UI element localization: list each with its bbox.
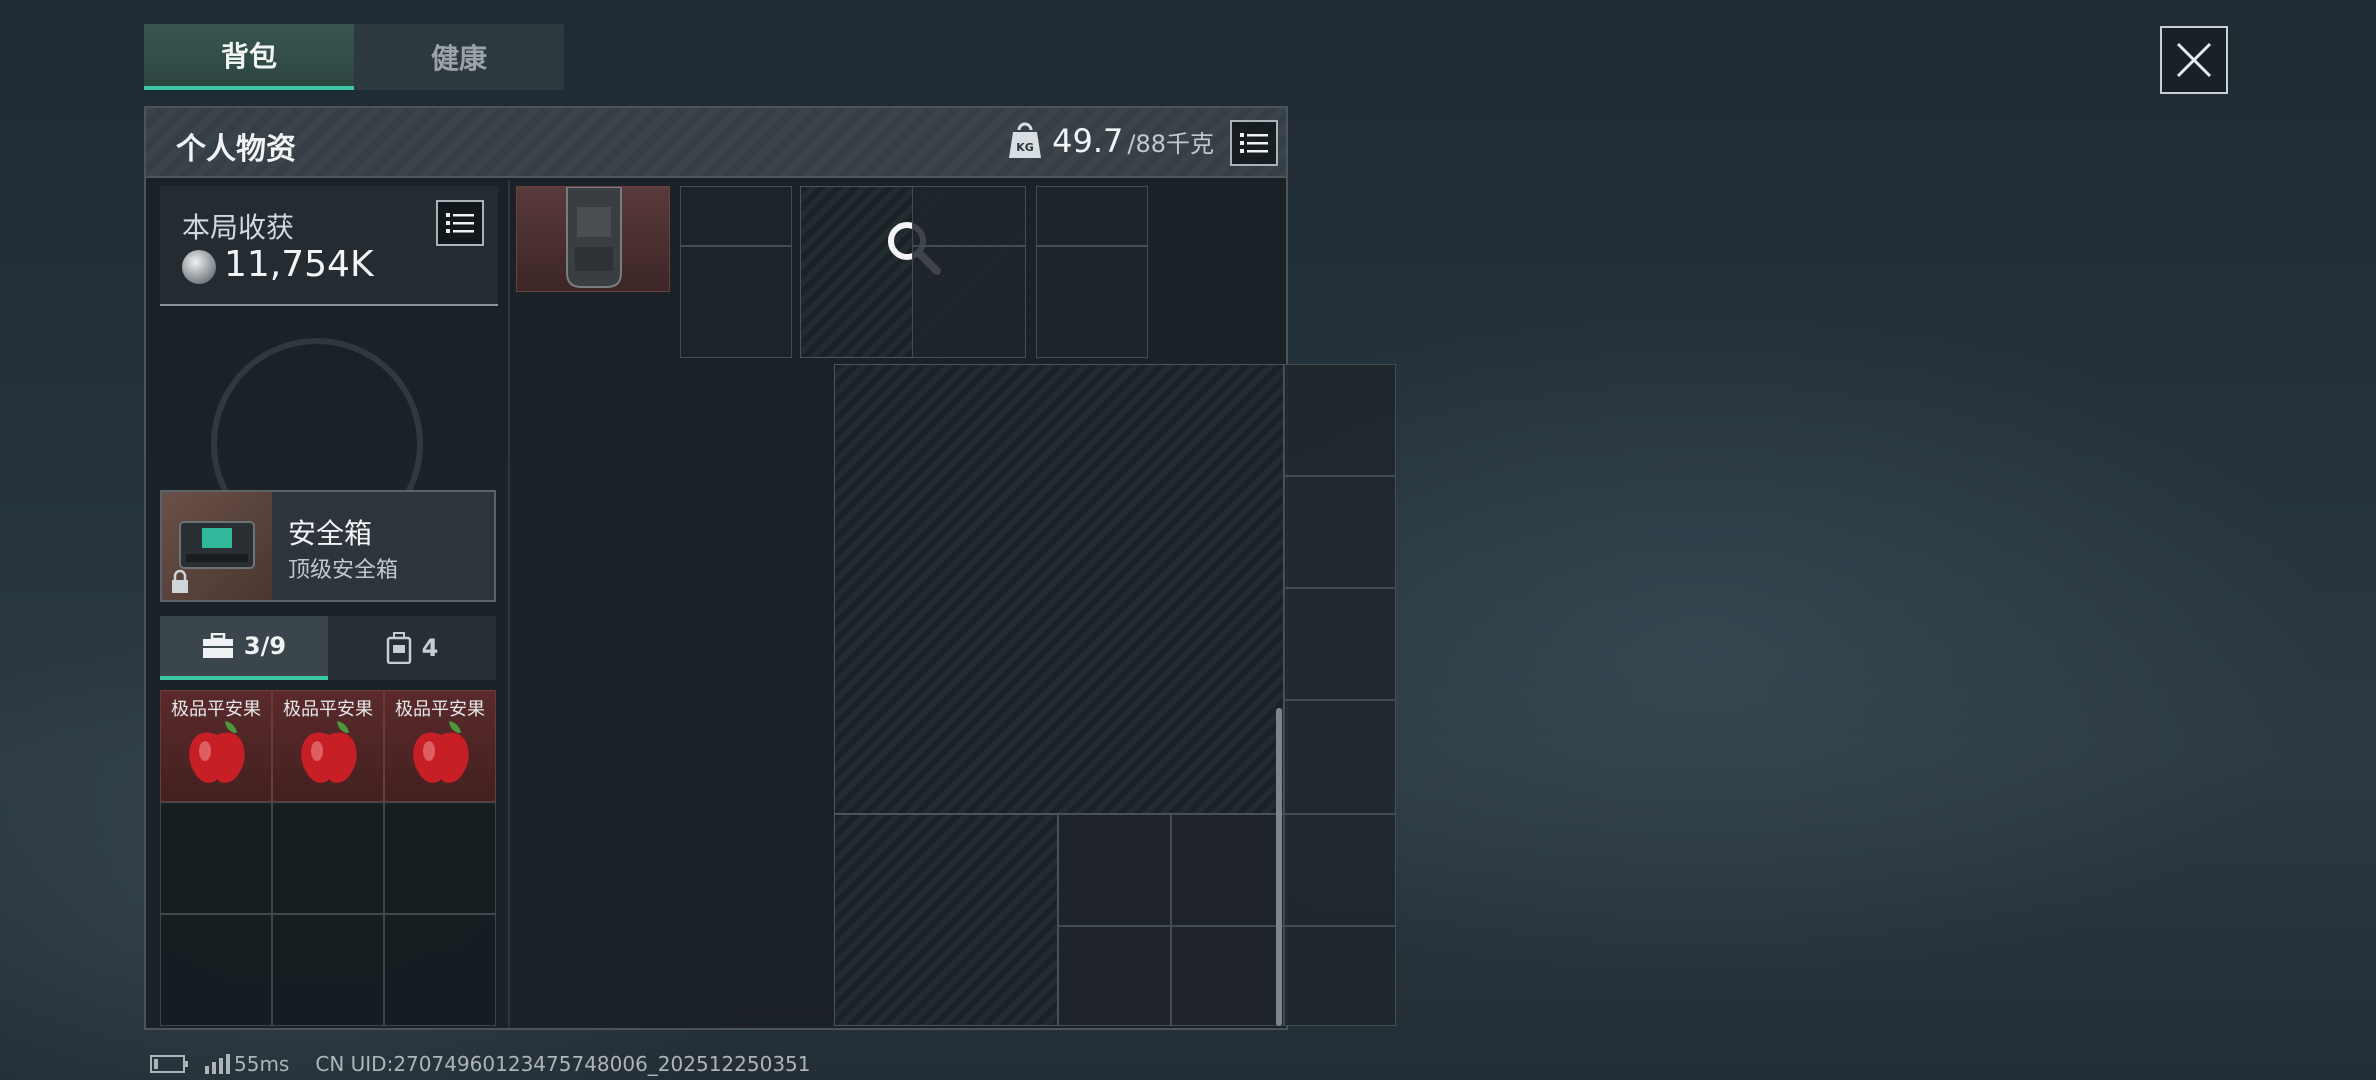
backpack-icon (386, 632, 411, 664)
safe-box-image (162, 492, 272, 600)
coin-icon (182, 250, 216, 284)
uid-text: CN UID:27074960123475748006_202512250351 (315, 1052, 811, 1076)
pouch-empty-slot[interactable] (384, 914, 496, 1026)
safe-box-name: 安全箱 (288, 517, 373, 550)
pouch-empty-slot[interactable] (384, 802, 496, 914)
earnings-value: 11,754K (224, 244, 374, 285)
lock-icon (172, 569, 188, 593)
grid-slot[interactable] (1284, 814, 1396, 926)
apple-icon (189, 721, 245, 783)
status-bar: 55ms CN UID:27074960123475748006_2025122… (150, 1052, 811, 1076)
column-divider (508, 180, 510, 1028)
pouch-grid: 极品平安果 极品平安果 极品平安果 (160, 690, 496, 1026)
weight-max: /88千克 (1127, 130, 1214, 158)
earnings-menu-button[interactable] (436, 200, 484, 246)
pouch-empty-slot[interactable] (272, 914, 384, 1026)
pouch-empty-slot[interactable] (272, 802, 384, 914)
item-slot[interactable] (834, 814, 1058, 1026)
apple-icon (413, 721, 469, 783)
tab-health[interactable]: 健康 (354, 24, 564, 90)
pouch-item[interactable]: 极品平安果 (384, 690, 496, 802)
close-button[interactable] (2160, 26, 2228, 94)
grid-slot[interactable] (680, 246, 792, 358)
grid-slot[interactable] (1284, 364, 1396, 476)
earnings-box: 本局收获 11,754K (160, 186, 498, 306)
grid-slot[interactable] (1058, 926, 1171, 1026)
grid-slot[interactable] (1171, 926, 1284, 1026)
pouch-item[interactable]: 极品平安果 (272, 690, 384, 802)
signal-icon (205, 1054, 230, 1074)
svg-text:KG: KG (1016, 141, 1034, 154)
backpack-image (566, 186, 622, 288)
briefcase-icon (202, 633, 233, 658)
safe-box-subtitle: 顶级安全箱 (288, 558, 399, 583)
panel-title: 个人物资 (176, 132, 296, 167)
grid-slot[interactable] (912, 186, 1026, 246)
grid-slot[interactable] (1284, 700, 1396, 814)
panel-scrollbar[interactable] (1276, 708, 1282, 1026)
weight-icon: KG (1009, 122, 1041, 158)
panel-menu-button[interactable] (1230, 120, 1278, 166)
apple-icon (301, 721, 357, 783)
grid-slot[interactable] (1058, 814, 1171, 926)
grid-slot[interactable] (1036, 186, 1148, 246)
main-tabs: 背包 健康 (144, 24, 564, 90)
close-icon (2176, 42, 2212, 78)
pouch-empty-slot[interactable] (160, 914, 272, 1026)
grid-slot[interactable] (680, 186, 792, 246)
inventory-panel: 个人物资 KG 49.7 /88千克 本局收获 11,754K 安全箱 顶级安全… (144, 106, 1396, 1030)
pouch-empty-slot[interactable] (160, 802, 272, 914)
grid-slot[interactable] (1284, 476, 1396, 588)
ping-value: 55ms (234, 1052, 290, 1076)
grid-slot[interactable] (1284, 926, 1396, 1026)
pouch-item[interactable]: 极品平安果 (160, 690, 272, 802)
weight-readout: 49.7 /88千克 (1052, 122, 1214, 160)
list-icon (446, 213, 474, 233)
tab-pouch-items[interactable]: 3/9 (160, 616, 328, 680)
tab-pouch-bag[interactable]: 4 (328, 616, 496, 680)
grid-slot[interactable] (1171, 814, 1284, 926)
safe-box-slot[interactable]: 安全箱 顶级安全箱 (160, 490, 496, 602)
pouch-tabs: 3/9 4 (160, 616, 496, 680)
grid-slot[interactable] (912, 246, 1026, 358)
pouch-count: 3/9 (243, 632, 287, 660)
tab-backpack[interactable]: 背包 (144, 24, 354, 90)
panel-header: 个人物资 KG 49.7 /88千克 (146, 108, 1286, 178)
grid-slot[interactable] (1036, 246, 1148, 358)
list-icon (1240, 133, 1268, 153)
backpack-slot[interactable] (516, 186, 670, 292)
bag-count: 4 (421, 634, 439, 662)
large-item-slot[interactable] (834, 364, 1284, 814)
weight-current: 49.7 (1052, 122, 1124, 160)
grid-slot[interactable] (1284, 588, 1396, 700)
earnings-label: 本局收获 (182, 211, 295, 244)
backpack-grid (680, 186, 1396, 1026)
battery-icon (150, 1055, 188, 1073)
